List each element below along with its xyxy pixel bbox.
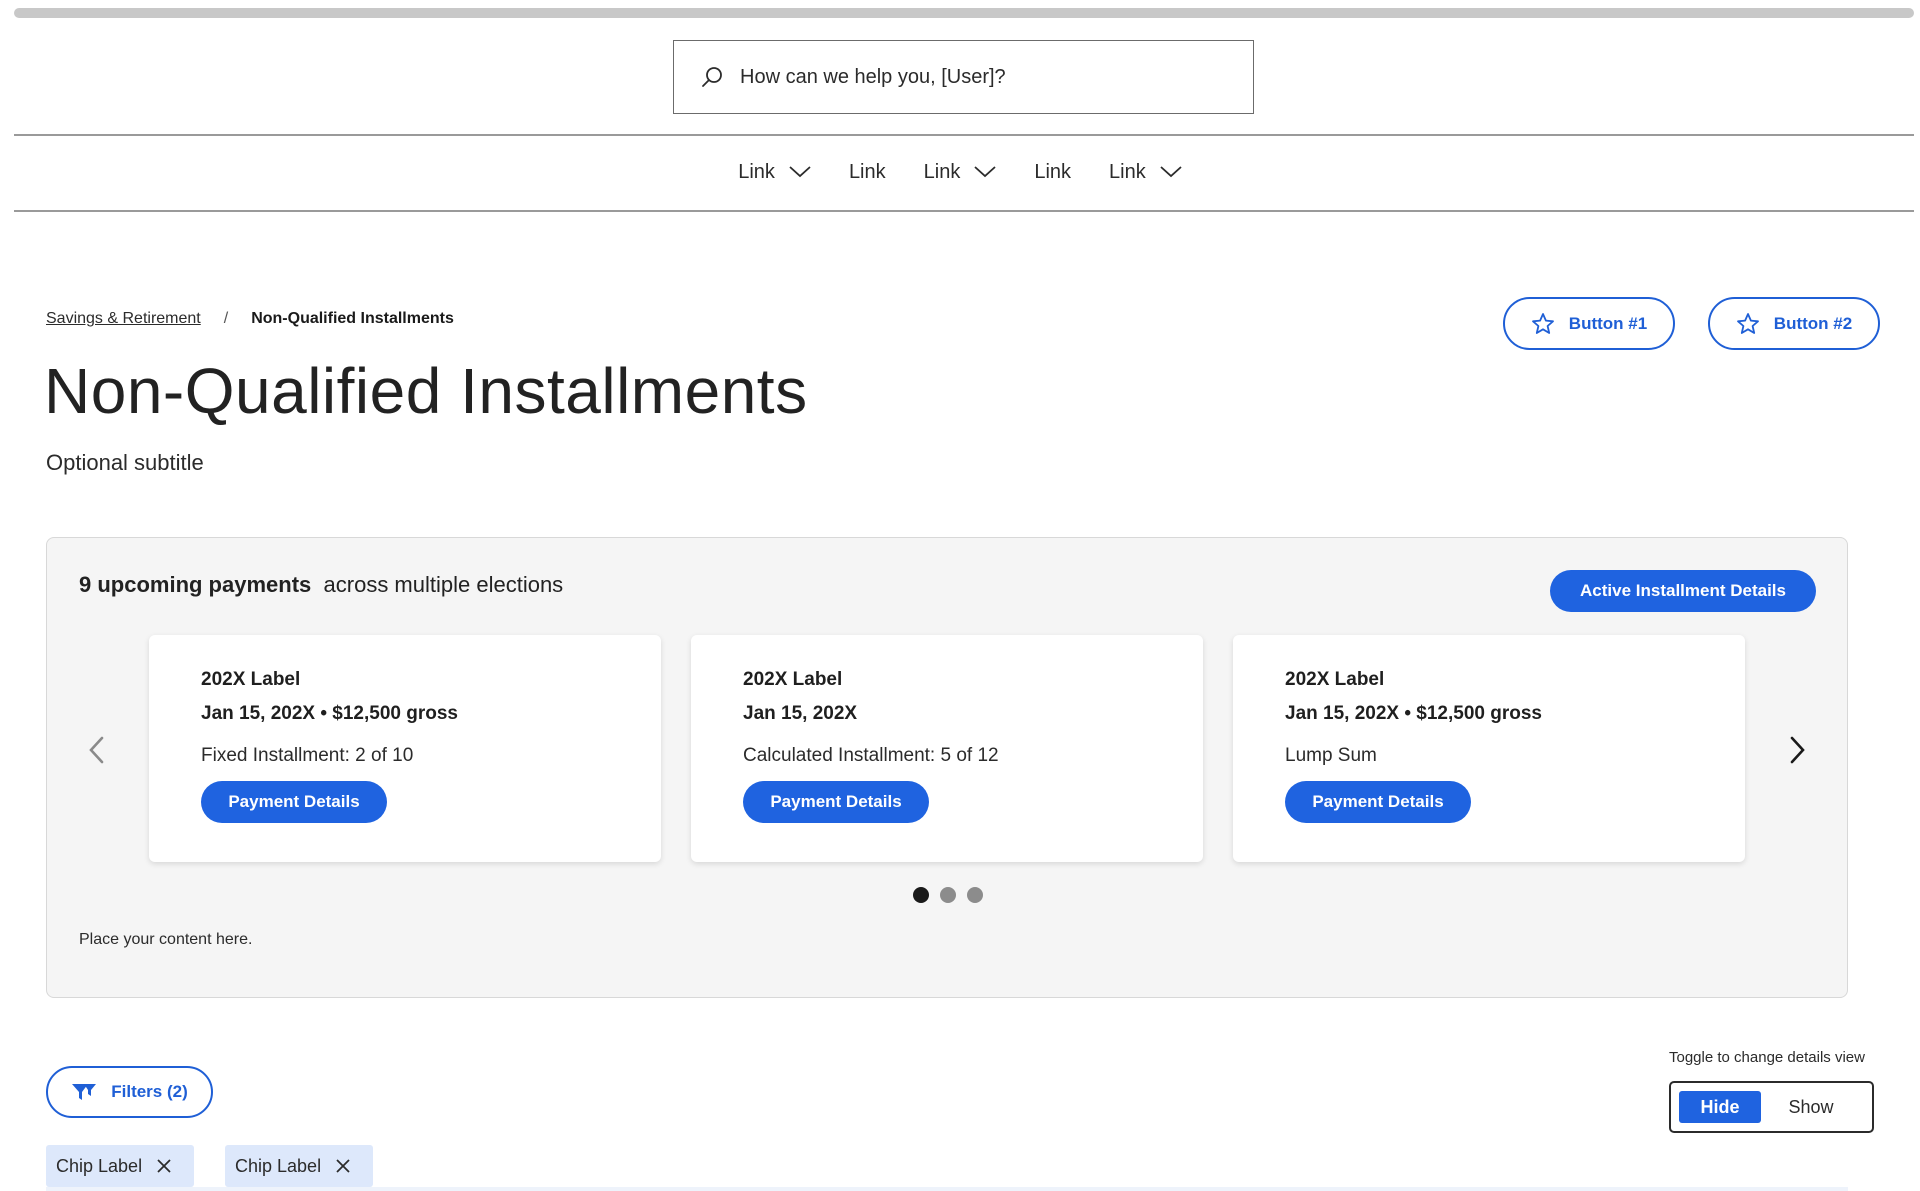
payment-details-button[interactable]: Payment Details [743,781,929,823]
card-installment-type: Lump Sum [1285,745,1377,766]
button-2-label: Button #2 [1773,313,1853,333]
active-installment-details-button[interactable]: Active Installment Details [1550,570,1816,612]
chevron-down-icon [1160,166,1182,178]
breadcrumb-link-savings[interactable]: Savings & Retirement [46,310,201,328]
filters-button[interactable]: Filters (2) [46,1066,213,1118]
top-scrollbar[interactable] [14,8,1914,18]
card-label: 202X Label [743,669,843,690]
star-icon [1531,312,1554,334]
panel-placeholder-text: Place your content here. [79,931,253,948]
nav-link-5[interactable]: Link [1090,161,1201,184]
payment-details-button[interactable]: Payment Details [201,781,387,823]
filter-icon [72,1084,97,1100]
chevron-down-icon [974,166,996,178]
chevron-left-icon [89,736,104,764]
search-icon [702,67,722,87]
payments-summary-rest: across multiple elections [323,572,564,597]
button-1[interactable]: Button #1 [1503,297,1675,350]
search-input[interactable] [740,65,1220,89]
nav-link-label: Link [1109,160,1146,183]
chip-label: Chip Label [235,1155,322,1176]
carousel-dot-3[interactable] [967,887,983,903]
nav-link-label: Link [923,160,961,183]
nav-link-2[interactable]: Link [830,161,905,184]
payment-card: 202X Label Jan 15, 202X • $12,500 gross … [149,635,661,862]
toggle-caption: Toggle to change details view [1669,1049,1865,1066]
payments-summary: 9 upcoming payments across multiple elec… [79,572,563,598]
payment-card: 202X Label Jan 15, 202X • $12,500 gross … [1233,635,1745,862]
payment-details-button[interactable]: Payment Details [1285,781,1471,823]
toggle-show-option[interactable]: Show [1761,1091,1861,1123]
card-installment-type: Calculated Installment: 5 of 12 [743,745,999,766]
card-date: Jan 15, 202X • $12,500 gross [201,703,458,724]
card-label: 202X Label [1285,669,1385,690]
header-divider [14,134,1914,136]
nav-divider [14,210,1914,212]
button-2[interactable]: Button #2 [1708,297,1880,350]
star-icon [1736,312,1759,334]
nav-link-label: Link [848,160,886,183]
card-date: Jan 15, 202X • $12,500 gross [1285,703,1542,724]
payment-card: 202X Label Jan 15, 202X Calculated Insta… [691,635,1203,862]
page-title: Non-Qualified Installments [44,355,808,427]
carousel-pagination [913,887,983,903]
main-nav: Link Link Link Link Link [0,150,1920,194]
nav-link-3[interactable]: Link [905,161,1016,184]
card-label: 202X Label [201,669,301,690]
breadcrumb-separator: / [223,310,229,327]
close-icon[interactable] [335,1158,351,1174]
chip-label: Chip Label [56,1155,143,1176]
toggle-hide-option[interactable]: Hide [1679,1091,1761,1123]
details-view-toggle: Hide Show [1669,1081,1874,1133]
carousel-prev-button[interactable] [81,730,111,770]
carousel-dot-2[interactable] [940,887,956,903]
filter-chip: Chip Label [46,1145,194,1187]
nav-link-label: Link [1034,160,1072,183]
chevron-down-icon [789,166,811,178]
close-icon[interactable] [156,1158,172,1174]
payments-count: 9 upcoming payments [79,572,312,597]
filter-chip: Chip Label [225,1145,373,1187]
page-subtitle: Optional subtitle [46,450,204,475]
results-area-edge [46,1187,1848,1191]
carousel-dot-1[interactable] [913,887,929,903]
filters-label: Filters (2) [111,1082,188,1101]
upcoming-payments-panel: 9 upcoming payments across multiple elec… [46,537,1848,998]
breadcrumb-current: Non-Qualified Installments [251,310,454,327]
carousel-next-button[interactable] [1783,730,1813,770]
breadcrumb: Savings & Retirement / Non-Qualified Ins… [46,310,454,328]
nav-link-1[interactable]: Link [719,161,830,184]
nav-link-label: Link [738,160,775,183]
card-installment-type: Fixed Installment: 2 of 10 [201,745,414,766]
button-1-label: Button #1 [1568,313,1648,333]
chevron-right-icon [1790,736,1805,764]
card-date: Jan 15, 202X [743,703,858,724]
nav-link-4[interactable]: Link [1015,161,1090,184]
search-box[interactable] [673,40,1254,114]
